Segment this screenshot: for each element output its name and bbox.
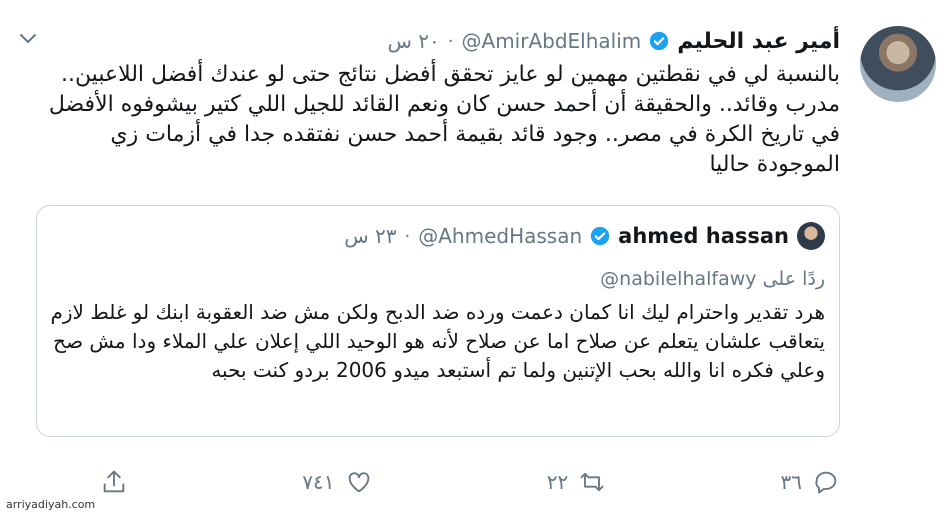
quoted-tweet-text: هرد تقدير واحترام ليك انا كمان دعمت ورده… [50, 300, 825, 382]
reply-prefix: ردًا على [762, 268, 825, 290]
action-bar: ٣٦ ٢٢ ٧٤١ [100, 462, 840, 502]
reply-button[interactable]: ٣٦ [781, 468, 840, 496]
reply-context: ردًا على @nabilelhalfawy [600, 268, 825, 290]
author-name[interactable]: أمير عبد الحليم [677, 29, 840, 54]
share-icon [103, 470, 125, 493]
quoted-timestamp: ٢٣ س [344, 224, 397, 248]
retweet-count: ٢٢ [546, 470, 569, 494]
quoted-tweet[interactable]: ahmed hassan @AhmedHassan · ٢٣ س ردًا عل… [36, 205, 840, 437]
timestamp[interactable]: ٢٠ س [388, 29, 440, 53]
separator-dot: · [447, 30, 454, 52]
reply-count: ٣٦ [780, 470, 802, 494]
retweet-icon [580, 472, 604, 492]
reply-icon [815, 471, 837, 494]
separator-dot: · [404, 225, 411, 247]
tweet: أمير عبد الحليم @AmirAbdElhalim · ٢٠ س ب… [0, 0, 950, 515]
share-button[interactable] [100, 468, 128, 496]
verified-badge-icon [650, 31, 669, 51]
quoted-author-handle: @AhmedHassan [418, 224, 583, 248]
avatar[interactable] [860, 26, 936, 102]
tweet-text: بالنسبة لي في نقطتين مهمين لو عايز تحقق … [48, 62, 840, 177]
retweet-button[interactable]: ٢٢ [547, 468, 606, 496]
quoted-author-name: ahmed hassan [618, 224, 789, 248]
heart-icon [348, 472, 369, 493]
like-button[interactable]: ٧٤١ [302, 468, 372, 496]
reply-mention[interactable]: @nabilelhalfawy [600, 268, 756, 290]
author-handle[interactable]: @AmirAbdElhalim [462, 29, 642, 53]
tweet-header: أمير عبد الحليم @AmirAbdElhalim · ٢٠ س [388, 24, 840, 58]
quoted-avatar [797, 222, 825, 250]
verified-badge-icon [590, 226, 610, 246]
chevron-down-icon[interactable] [16, 26, 40, 50]
quoted-tweet-header: ahmed hassan @AhmedHassan · ٢٣ س [344, 222, 825, 250]
like-count: ٧٤١ [302, 470, 335, 494]
watermark: arriyadiyah.com [6, 498, 96, 511]
